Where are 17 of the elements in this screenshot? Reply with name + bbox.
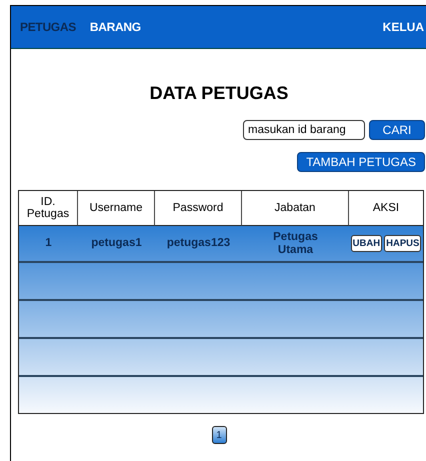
page-button[interactable]: 1 bbox=[212, 426, 226, 444]
action-button[interactable]: UBAH bbox=[350, 235, 382, 252]
search-button[interactable]: CARI bbox=[369, 120, 425, 140]
action-button[interactable]: HAPUS bbox=[384, 235, 422, 252]
column-header: Username bbox=[78, 191, 155, 226]
page-title: DATA PETUGAS bbox=[148, 83, 290, 104]
column-header: Password bbox=[155, 191, 242, 226]
search-field[interactable]: masukan id barang bbox=[243, 120, 365, 140]
table-cell: petugas123 bbox=[155, 226, 242, 263]
logout-link[interactable]: KELUA bbox=[382, 20, 424, 34]
table-cell: 1 bbox=[19, 226, 78, 263]
table-cell: petugas1 bbox=[78, 226, 155, 263]
nav-link[interactable]: BARANG bbox=[90, 20, 141, 34]
table-cell: Petugas Utama bbox=[242, 226, 349, 263]
column-header: ID. Petugas bbox=[19, 191, 78, 226]
add-button[interactable]: TAMBAH PETUGAS bbox=[297, 152, 425, 172]
column-header: Jabatan bbox=[242, 191, 349, 226]
